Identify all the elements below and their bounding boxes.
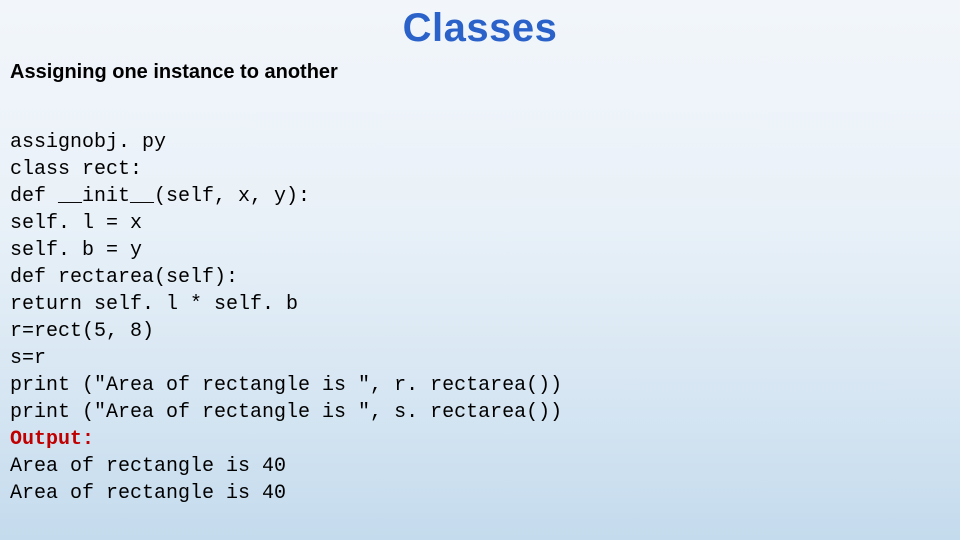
code-line: class rect: (10, 158, 142, 181)
output-line: Area of rectangle is 40 (10, 482, 286, 505)
code-line: self. l = x (10, 212, 142, 235)
slide-title: Classes (10, 6, 950, 51)
code-line: print ("Area of rectangle is ", r. recta… (10, 374, 562, 397)
code-block: assignobj. py class rect: def __init__(s… (10, 102, 950, 507)
code-line: assignobj. py (10, 131, 166, 154)
code-line: def rectarea(self): (10, 266, 238, 289)
output-label: Output: (10, 428, 94, 451)
code-line: print ("Area of rectangle is ", s. recta… (10, 401, 562, 424)
code-line: r=rect(5, 8) (10, 320, 154, 343)
code-line: return self. l * self. b (10, 293, 298, 316)
slide-subtitle: Assigning one instance to another (10, 61, 950, 84)
code-line: s=r (10, 347, 46, 370)
code-line: self. b = y (10, 239, 142, 262)
output-line: Area of rectangle is 40 (10, 455, 286, 478)
slide: Classes Assigning one instance to anothe… (0, 0, 960, 540)
code-line: def __init__(self, x, y): (10, 185, 310, 208)
